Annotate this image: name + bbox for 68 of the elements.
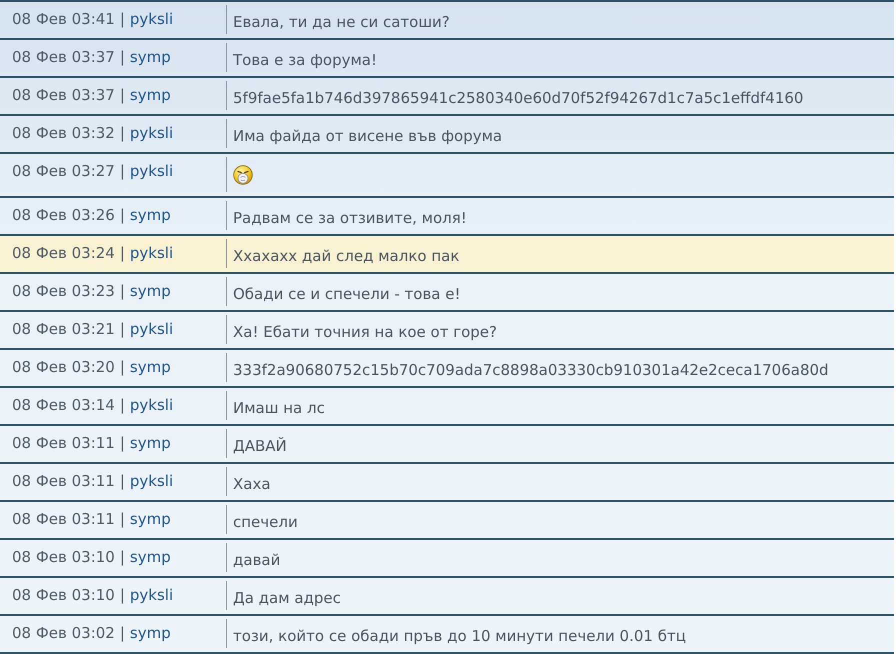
timestamp: 08 Фев 03:11 [12,434,115,452]
message-text: Това е за форума! [233,51,378,69]
timestamp: 08 Фев 03:20 [12,358,115,376]
timestamp: 08 Фев 03:37 [12,86,115,104]
username-link[interactable]: pyksli [130,586,174,604]
username-link[interactable]: pyksli [130,244,174,262]
username-link[interactable]: symp [130,86,171,104]
timestamp: 08 Фев 03:32 [12,124,115,142]
username-link[interactable]: symp [130,510,171,528]
separator-text: | [120,206,125,224]
separator-text: | [120,510,125,528]
username-link[interactable]: symp [130,434,171,452]
separator-text: | [120,86,125,104]
message-text: Да дам адрес [233,589,342,607]
timestamp: 08 Фев 03:11 [12,472,115,490]
timestamp: 08 Фев 03:10 [12,548,115,566]
message-text: Радвам се за отзивите, моля! [233,209,468,227]
username-link[interactable]: pyksli [130,472,174,490]
username-link[interactable]: symp [130,358,171,376]
username-link[interactable]: pyksli [130,124,174,142]
timestamp: 08 Фев 03:21 [12,320,115,338]
timestamp: 08 Фев 03:27 [12,162,115,180]
message-text: Има файда от висене във форума [233,127,504,145]
separator-text: | [120,396,125,414]
username-link[interactable]: symp [130,624,171,642]
username-link[interactable]: symp [130,282,171,300]
message-text: Ххахахх дай след малко пак [233,247,460,265]
separator-text: | [120,434,125,452]
message-text: Обади се и спечели - това е! [233,285,462,303]
username-link[interactable]: pyksli [130,162,174,180]
timestamp: 08 Фев 03:11 [12,510,115,528]
separator-text: | [120,472,125,490]
message-text: този, който се обади пръв до 10 минути печели 0.01 бтц [233,627,687,645]
separator-text: | [120,282,125,300]
message-text: 333f2a90680752c15b70c709ada7c8898a03330cb910301a42e2ceca1706a80d [233,361,830,379]
username-link[interactable]: pyksli [130,10,174,28]
timestamp: 08 Фев 03:41 [12,10,115,28]
separator-text: | [120,586,125,604]
message-text: спечели [233,513,299,531]
timestamp: 08 Фев 03:24 [12,244,115,262]
timestamp: 08 Фев 03:02 [12,624,115,642]
separator-text: | [120,320,125,338]
separator-text: | [120,10,125,28]
timestamp: 08 Фев 03:37 [12,48,115,66]
separator-text: | [120,244,125,262]
timestamp: 08 Фев 03:14 [12,396,115,414]
separator-text: | [120,48,125,66]
message-text: Хаха [233,475,272,493]
message-text: ДАВАЙ [233,437,288,455]
separator-text: | [120,162,125,180]
timestamp: 08 Фев 03:23 [12,282,115,300]
username-link[interactable]: pyksli [130,320,174,338]
frowning-face-emoji-icon [233,165,253,185]
username-link[interactable]: pyksli [130,396,174,414]
username-link[interactable]: symp [130,548,171,566]
separator-text: | [120,358,125,376]
username-link[interactable]: symp [130,48,171,66]
separator-text: | [120,624,125,642]
message-text: давай [233,551,282,569]
separator-text: | [120,124,125,142]
message-text: Имаш на лс [233,399,326,417]
username-link[interactable]: symp [130,206,171,224]
message-text: Евала, ти да не си сатоши? [233,13,451,31]
timestamp: 08 Фев 03:10 [12,586,115,604]
separator-text: | [120,548,125,566]
timestamp: 08 Фев 03:26 [12,206,115,224]
message-text: 5f9fae5fa1b746d397865941c2580340e60d70f52f94267d1c7a5c1effdf4160 [233,89,804,107]
message-text: Ха! Ебати точния на кое от горе? [233,323,498,341]
